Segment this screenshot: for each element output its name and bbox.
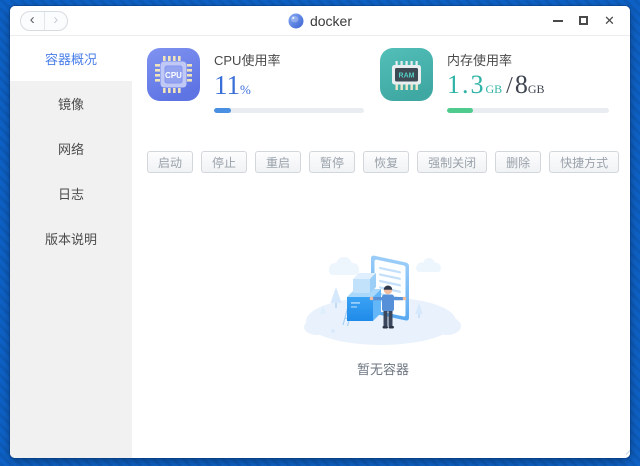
pause-button[interactable]: 暂停 <box>309 151 356 174</box>
titlebar: ‹ › docker ✕ <box>10 6 630 36</box>
cpu-value-line: 11% <box>214 70 364 101</box>
memory-progress-track <box>447 107 609 113</box>
no-containers-illustration <box>304 255 462 346</box>
close-icon: ✕ <box>604 12 615 28</box>
cpu-value: 11 <box>214 70 240 100</box>
ram-chip-icon: RAM <box>380 48 433 101</box>
resume-button[interactable]: 恢复 <box>363 151 410 174</box>
window-title-area: docker <box>288 6 352 35</box>
minimize-button[interactable] <box>551 14 564 28</box>
memory-divider: / <box>506 73 513 99</box>
shortcut-button[interactable]: 快捷方式 <box>549 151 620 174</box>
nav-group: ‹ › <box>20 10 68 31</box>
memory-progress-fill <box>447 107 473 113</box>
cpu-stat-label: CPU使用率 <box>214 53 281 68</box>
forward-button[interactable]: › <box>45 12 68 30</box>
docker-window: ‹ › docker ✕ 容器概况 镜像 网络 日志 版本说明 CPU CPU使… <box>10 6 630 458</box>
empty-state: 暂无容器 <box>303 243 463 378</box>
ram-icon-label: RAM <box>399 73 415 80</box>
memory-total-unit: GB <box>527 82 545 96</box>
sidebar-item-container-overview[interactable]: 容器概况 <box>10 36 132 81</box>
cpu-progress-fill <box>214 108 231 114</box>
memory-used-value: 1.3 <box>447 70 486 99</box>
memory-total-value: 8 <box>514 70 528 99</box>
sidebar-item-release-notes[interactable]: 版本说明 <box>10 216 132 261</box>
cpu-icon-label: CPU <box>165 71 182 80</box>
cpu-progress-track <box>214 108 364 114</box>
back-icon: ‹ <box>29 11 35 28</box>
minimize-icon <box>552 19 563 22</box>
cpu-stat-text: CPU使用率 11% <box>214 48 364 114</box>
sidebar-item-images[interactable]: 镜像 <box>10 81 132 126</box>
empty-state-message: 暂无容器 <box>357 362 410 378</box>
main-content: CPU CPU使用率 11% RAM 内存使用率 1.3GB /8GB 启动 停… <box>132 36 630 458</box>
memory-stat-card: RAM 内存使用率 1.3GB/8GB <box>380 48 609 113</box>
cpu-unit: % <box>240 82 251 97</box>
stop-button[interactable]: 停止 <box>201 151 248 174</box>
memory-stat-text: 内存使用率 1.3GB/8GB <box>447 48 609 113</box>
memory-stat-label: 内存使用率 <box>447 53 513 68</box>
back-button[interactable]: ‹ <box>21 11 45 30</box>
maximize-icon <box>579 16 588 25</box>
close-button[interactable]: ✕ <box>603 12 616 28</box>
container-toolbar: 启动 停止 重启 暂停 恢复 强制关闭 删除 快捷方式 <box>147 151 620 174</box>
window-body: 容器概况 镜像 网络 日志 版本说明 CPU CPU使用率 11% RAM 内存… <box>10 36 630 458</box>
stats-row: CPU CPU使用率 11% RAM 内存使用率 1.3GB /8GB <box>147 48 619 114</box>
maximize-button[interactable] <box>577 14 590 28</box>
memory-value-line: 1.3GB/8GB <box>447 70 609 101</box>
force-close-button[interactable]: 强制关闭 <box>417 151 488 174</box>
docker-ball-icon <box>288 13 304 28</box>
sidebar: 容器概况 镜像 网络 日志 版本说明 <box>10 36 132 458</box>
cpu-chip-icon: CPU <box>147 48 200 101</box>
resize-grip[interactable] <box>624 445 630 455</box>
forward-icon: › <box>53 11 59 28</box>
sidebar-item-network[interactable]: 网络 <box>10 126 132 171</box>
window-controls: ✕ <box>551 12 616 28</box>
sidebar-item-logs[interactable]: 日志 <box>10 171 132 216</box>
window-title: docker <box>309 12 353 29</box>
memory-used-unit: GB <box>485 82 503 96</box>
delete-button[interactable]: 删除 <box>495 151 542 174</box>
cpu-stat-card: CPU CPU使用率 11% <box>147 48 380 114</box>
start-button[interactable]: 启动 <box>147 151 194 174</box>
restart-button[interactable]: 重启 <box>255 151 302 174</box>
